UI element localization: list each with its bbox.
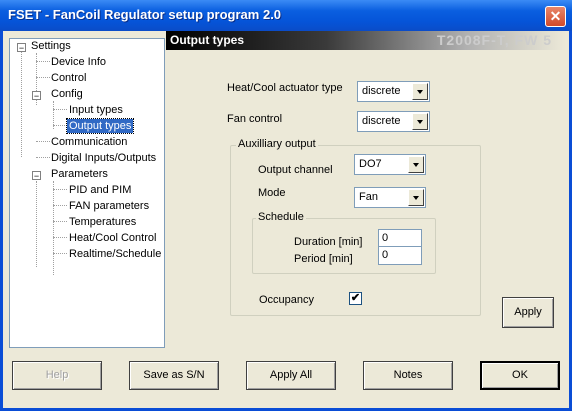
- tree-line: [53, 253, 67, 254]
- tree-item-heat-cool-control[interactable]: Heat/Cool Control: [69, 231, 156, 245]
- heatcool-type-value: discrete: [362, 85, 401, 97]
- tree-line: [53, 109, 67, 110]
- tree-item-fan-parameters[interactable]: FAN parameters: [69, 199, 149, 213]
- tree-line: [36, 141, 50, 142]
- fan-control-value: discrete: [362, 115, 401, 127]
- duration-label: Duration [min]: [294, 236, 363, 248]
- settings-tree[interactable]: − Settings Device Info Control − Config …: [9, 38, 165, 348]
- dropdown-arrow-icon[interactable]: [408, 156, 424, 173]
- tree-line: [36, 77, 50, 78]
- apply-all-button[interactable]: Apply All: [246, 361, 336, 390]
- dropdown-arrow-icon[interactable]: [408, 189, 424, 206]
- collapse-parameters-icon[interactable]: −: [32, 171, 41, 181]
- tree-item-device-info[interactable]: Device Info: [51, 55, 106, 69]
- period-label: Period [min]: [294, 253, 353, 265]
- tree-item-realtime-schedule[interactable]: Realtime/Schedule: [69, 247, 161, 261]
- help-button[interactable]: Help: [12, 361, 102, 390]
- close-button[interactable]: ✕: [545, 6, 566, 27]
- occupancy-label: Occupancy: [259, 294, 315, 306]
- panel-title: Output types: [170, 33, 244, 47]
- dropdown-arrow-icon[interactable]: [412, 113, 428, 130]
- output-channel-value: DO7: [359, 158, 382, 170]
- output-channel-label: Output channel: [258, 164, 333, 176]
- tree-item-config[interactable]: Config: [51, 87, 83, 101]
- tree-line: [53, 205, 67, 206]
- tree-line: [36, 61, 50, 62]
- tree-item-control[interactable]: Control: [51, 71, 86, 85]
- auxiliary-output-title: Auxilliary output: [236, 138, 318, 150]
- tree-item-digital-io[interactable]: Digital Inputs/Outputs: [51, 151, 156, 165]
- tree-item-output-types[interactable]: Output types: [65, 118, 135, 134]
- collapse-config-icon[interactable]: −: [32, 91, 41, 101]
- title-bar[interactable]: FSET - FanCoil Regulator setup program 2…: [0, 0, 572, 31]
- tree-item-pid-pim[interactable]: PID and PIM: [69, 183, 131, 197]
- fan-control-label: Fan control: [227, 113, 283, 125]
- tree-item-input-types[interactable]: Input types: [69, 103, 123, 117]
- occupancy-checkbox[interactable]: ✔: [349, 292, 362, 305]
- apply-button[interactable]: Apply: [502, 297, 554, 328]
- panel-header: Output types T2008F-T, FW 5: [166, 31, 566, 50]
- tree-line: [53, 189, 67, 190]
- collapse-settings-icon[interactable]: −: [17, 43, 26, 53]
- tree-item-settings[interactable]: Settings: [31, 39, 71, 53]
- window-title: FSET - FanCoil Regulator setup program 2…: [8, 7, 282, 22]
- tree-line: [36, 181, 37, 267]
- tree-item-temperatures[interactable]: Temperatures: [69, 215, 136, 229]
- notes-button[interactable]: Notes: [363, 361, 453, 390]
- tree-line: [21, 51, 22, 157]
- tree-item-parameters[interactable]: Parameters: [51, 167, 108, 181]
- period-input[interactable]: 0: [378, 246, 422, 265]
- tree-line: [36, 157, 50, 158]
- device-label: T2008F-T, FW 5: [436, 32, 552, 48]
- tree-line: [53, 221, 67, 222]
- mode-value: Fan: [359, 191, 378, 203]
- tree-line: [53, 237, 67, 238]
- tree-line: [53, 181, 54, 275]
- output-channel-select[interactable]: DO7: [354, 154, 426, 175]
- dropdown-arrow-icon[interactable]: [412, 83, 428, 100]
- tree-line: [53, 125, 67, 126]
- fan-control-select[interactable]: discrete: [357, 111, 430, 132]
- ok-button[interactable]: OK: [480, 361, 560, 390]
- save-as-sn-button[interactable]: Save as S/N: [129, 361, 219, 390]
- heatcool-type-label: Heat/Cool actuator type: [227, 82, 343, 94]
- mode-label: Mode: [258, 187, 286, 199]
- heatcool-type-select[interactable]: discrete: [357, 81, 430, 102]
- schedule-title: Schedule: [256, 211, 306, 223]
- tree-item-communication[interactable]: Communication: [51, 135, 127, 149]
- mode-select[interactable]: Fan: [354, 187, 426, 208]
